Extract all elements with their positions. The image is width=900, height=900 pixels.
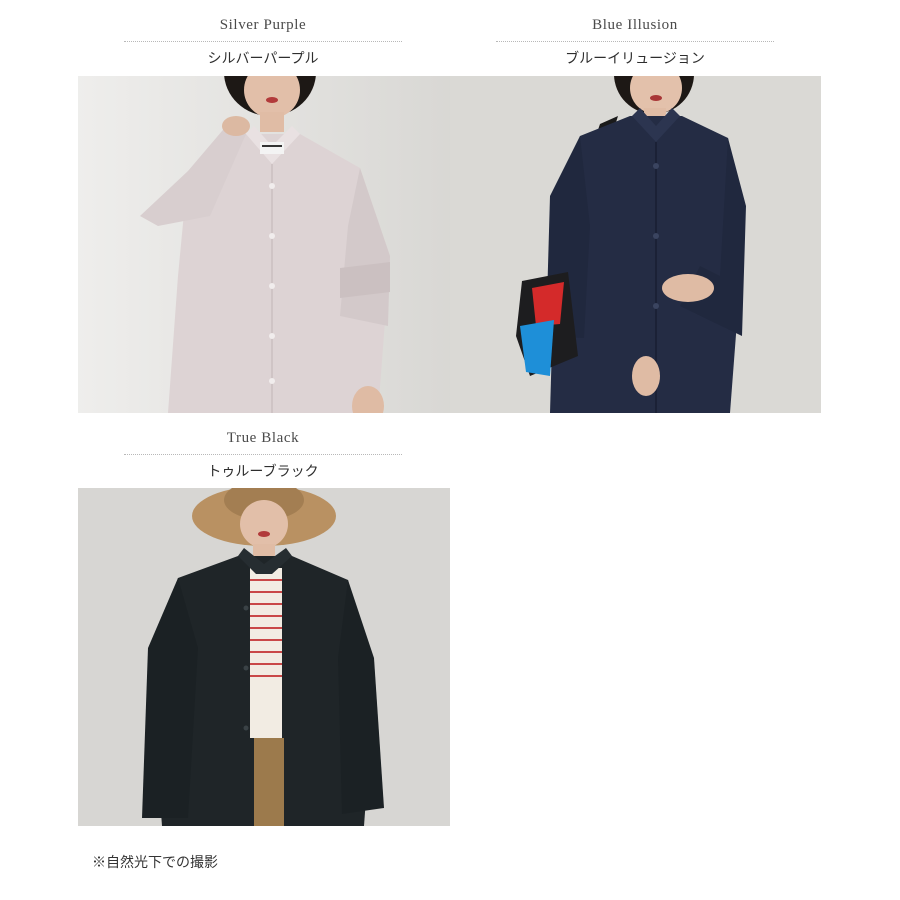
photo-note: ※自然光下での撮影 bbox=[92, 855, 218, 871]
color-name-ja-silver-purple: シルバーパープル bbox=[207, 51, 319, 67]
color-name-en-silver-purple: Silver Purple bbox=[219, 17, 307, 33]
caption-divider bbox=[124, 41, 402, 42]
color-name-ja-true-black: トゥルーブラック bbox=[207, 464, 319, 480]
product-photo-blue-illusion bbox=[450, 76, 821, 413]
product-photo-silver-purple bbox=[78, 76, 450, 413]
color-name-en-blue-illusion: Blue Illusion bbox=[592, 17, 678, 33]
caption-divider bbox=[124, 454, 402, 455]
caption-divider bbox=[496, 41, 774, 42]
product-photo-true-black bbox=[78, 488, 450, 826]
color-name-en-true-black: True Black bbox=[226, 430, 300, 446]
color-name-ja-blue-illusion: ブルーイリュージョン bbox=[565, 51, 705, 67]
